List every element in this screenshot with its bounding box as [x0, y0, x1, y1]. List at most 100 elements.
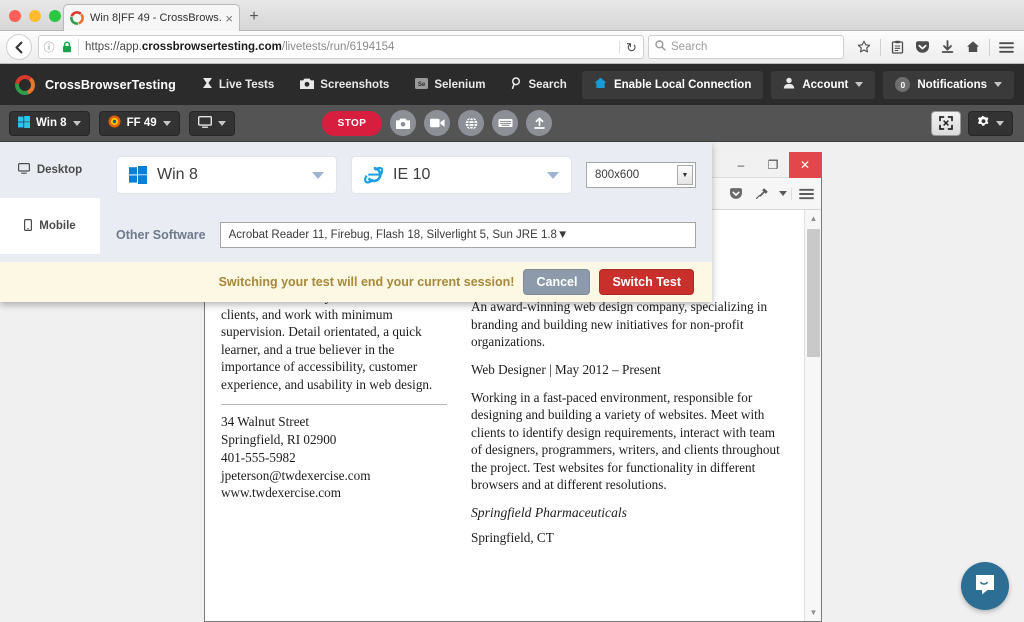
intercom-launcher-button[interactable]	[961, 562, 1009, 610]
chevron-down-icon	[855, 82, 864, 87]
chevron-down-icon[interactable]	[775, 191, 791, 196]
fullscreen-icon[interactable]	[931, 110, 961, 136]
cancel-button[interactable]: Cancel	[523, 269, 591, 295]
lock-icon	[59, 41, 75, 53]
browser-dropdown[interactable]: IE 10	[351, 156, 572, 194]
tab-close-icon[interactable]: ×	[225, 12, 233, 25]
os-selector-button[interactable]: Win 8	[9, 110, 90, 136]
switch-panel-row-selectors: Win 8 IE 10 800x600 ▼	[100, 142, 712, 208]
keyboard-icon[interactable]	[492, 110, 519, 136]
settings-menu-button[interactable]	[968, 110, 1013, 136]
job-location-2: Springfield, CT	[471, 529, 554, 545]
pocket-icon[interactable]	[911, 35, 934, 59]
select-arrow-icon: ▼	[677, 165, 693, 185]
search-icon	[649, 40, 671, 54]
address-bar[interactable]: ⓘ https://app.crossbrowsertesting.com/li…	[38, 35, 644, 59]
cbt-nav-right: Enable Local Connection Account 0 Notifi…	[581, 70, 1014, 99]
browser-dropdown-value: IE 10	[393, 166, 431, 183]
other-software-select[interactable]: Acrobat Reader 11, Firebug, Flash 18, Si…	[219, 222, 696, 248]
notifications-button[interactable]: 0 Notifications	[883, 70, 1014, 99]
scroll-down-button[interactable]: ▼	[805, 604, 821, 621]
switch-warning-text: Switching your test will end your curren…	[218, 275, 515, 289]
search-icon	[511, 77, 522, 92]
browser-toolbar-icons	[852, 35, 1018, 59]
download-icon[interactable]	[936, 35, 959, 59]
back-button[interactable]	[6, 34, 32, 60]
close-button[interactable]: ✕	[789, 152, 821, 178]
scrollbar-thumb[interactable]	[807, 229, 820, 357]
scroll-up-button[interactable]: ▲	[805, 210, 821, 227]
job-details-1: Working in a fast-paced environment, res…	[471, 389, 780, 493]
selenium-icon: Se	[415, 77, 429, 92]
search-input[interactable]: Search	[648, 35, 844, 59]
cbt-brand-label[interactable]: CrossBrowserTesting	[45, 78, 176, 92]
chevron-down-icon	[312, 171, 324, 179]
search-placeholder: Search	[671, 41, 708, 53]
tab-desktop-label: Desktop	[36, 164, 83, 176]
close-window-button[interactable]	[9, 10, 21, 22]
notifications-count-badge: 0	[895, 77, 911, 92]
hamburger-menu-icon[interactable]	[791, 187, 821, 200]
switch-panel-tabs: Desktop Mobile	[0, 142, 100, 262]
network-icon[interactable]	[458, 110, 485, 136]
chevron-down-icon	[996, 120, 1004, 126]
minimize-window-button[interactable]	[29, 10, 41, 22]
os-dropdown[interactable]: Win 8	[116, 156, 337, 194]
maximize-window-button[interactable]	[49, 10, 61, 22]
resolution-selector-button[interactable]	[188, 110, 235, 136]
minimize-button[interactable]: –	[725, 152, 757, 178]
site-info-icon[interactable]: ⓘ	[39, 39, 59, 55]
browser-selector-button[interactable]: FF 49	[98, 110, 180, 136]
url-domain: crossbrowsertesting.com	[141, 41, 282, 53]
nav-item-selenium-label: Selenium	[434, 78, 486, 91]
job-description-1: An award-winning web design company, spe…	[471, 299, 768, 350]
gear-icon	[977, 115, 990, 131]
address-bar-url: https://app.crossbrowsertesting.com/live…	[85, 41, 619, 53]
nav-item-search[interactable]: Search	[511, 77, 567, 92]
resolution-select-value: 800x600	[595, 169, 640, 181]
browser-tab[interactable]: Win 8|FF 49 - CrossBrows... ×	[63, 4, 240, 31]
pocket-icon[interactable]	[723, 187, 749, 200]
tab-desktop[interactable]: Desktop	[0, 142, 100, 198]
screenshot-icon[interactable]	[390, 110, 417, 136]
cbt-logo-icon[interactable]	[14, 74, 36, 96]
resolution-select[interactable]: 800x600 ▼	[586, 162, 696, 188]
nav-item-selenium[interactable]: Se Selenium	[415, 77, 486, 92]
browser-selector-label: FF 49	[126, 117, 157, 129]
new-tab-button[interactable]: +	[245, 9, 263, 25]
switch-panel-row-software: Other Software Acrobat Reader 11, Firebu…	[100, 208, 712, 262]
upload-icon[interactable]	[526, 110, 553, 136]
live-tests-icon	[202, 77, 213, 92]
nav-item-search-label: Search	[528, 78, 567, 91]
nav-item-live-tests[interactable]: Live Tests	[202, 77, 274, 92]
switch-test-button[interactable]: Switch Test	[599, 269, 694, 295]
browser-tab-title: Win 8|FF 49 - CrossBrows...	[90, 12, 222, 24]
star-icon[interactable]	[852, 35, 875, 59]
account-menu-button[interactable]: Account	[771, 70, 876, 99]
video-record-icon[interactable]	[424, 110, 451, 136]
job-company-2: Springfield Pharmaceuticals	[471, 504, 627, 520]
pin-icon[interactable]	[749, 187, 775, 200]
restore-button[interactable]: ❐	[757, 152, 789, 178]
stop-test-button[interactable]: STOP	[321, 110, 383, 136]
hamburger-menu-icon[interactable]	[995, 35, 1018, 59]
contact-email: jpeterson@twdexercise.com	[221, 467, 371, 483]
chevron-down-icon	[217, 120, 226, 126]
home-icon	[594, 77, 607, 92]
reload-icon[interactable]: ↻	[619, 40, 643, 54]
contact-website: www.twdexercise.com	[221, 485, 341, 501]
page-scrollbar[interactable]: ▲ ▼	[804, 210, 821, 621]
tab-mobile[interactable]: Mobile	[0, 198, 100, 254]
os-selector-label: Win 8	[36, 117, 67, 129]
reader-icon[interactable]	[886, 35, 909, 59]
home-icon[interactable]	[961, 35, 984, 59]
nav-item-screenshots-label: Screenshots	[320, 78, 390, 91]
enable-local-connection-button[interactable]: Enable Local Connection	[581, 70, 764, 99]
nav-item-screenshots[interactable]: Screenshots	[300, 78, 389, 92]
contact-street: 34 Walnut Street	[221, 414, 310, 430]
windows-icon	[18, 115, 30, 131]
toolbar-divider-2	[989, 38, 990, 56]
mobile-icon	[24, 218, 33, 234]
os-dropdown-value: Win 8	[157, 166, 198, 183]
cbt-main-nav: CrossBrowserTesting Live Tests Screensho…	[0, 64, 1024, 105]
